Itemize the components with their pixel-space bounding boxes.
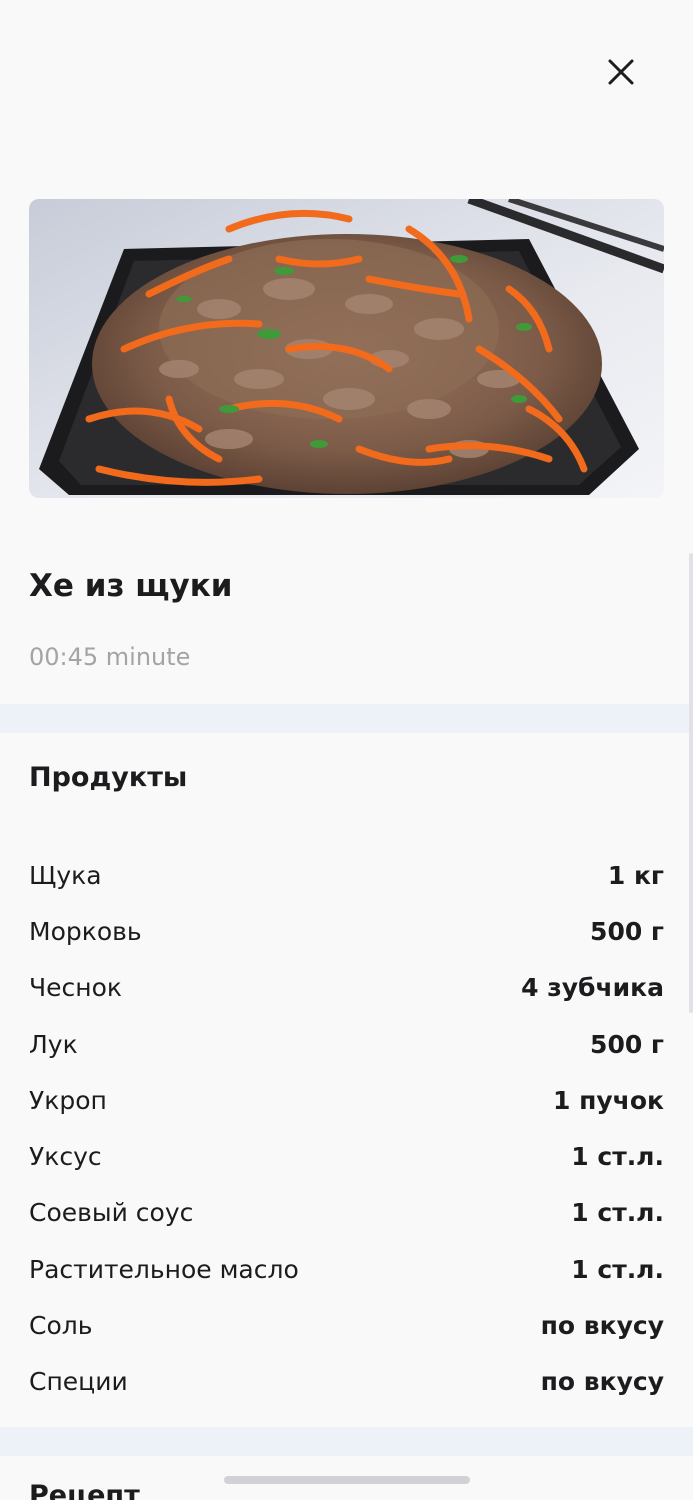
ingredient-row: Щука 1 кг [29, 847, 664, 903]
ingredient-name: Щука [29, 860, 102, 890]
recipe-photo [29, 199, 664, 498]
ingredient-row: Лук 500 г [29, 1016, 664, 1072]
ingredient-row: Чеснок 4 зубчика [29, 960, 664, 1016]
close-icon [608, 59, 634, 85]
ingredient-quantity: 1 пучок [553, 1085, 664, 1115]
ingredient-name: Растительное масло [29, 1254, 299, 1284]
ingredient-quantity: 1 ст.л. [571, 1198, 664, 1228]
products-heading: Продукты [29, 762, 188, 793]
ingredient-row: Соевый соус 1 ст.л. [29, 1185, 664, 1241]
home-indicator[interactable] [224, 1476, 470, 1484]
ingredients-list: Щука 1 кг Морковь 500 г Чеснок 4 зубчика… [29, 847, 664, 1410]
ingredient-quantity: 1 кг [607, 860, 664, 890]
cooking-duration: 00:45 minute [29, 643, 191, 671]
ingredient-name: Укроп [29, 1085, 107, 1115]
ingredient-name: Чеснок [29, 973, 123, 1003]
ingredient-row: Уксус 1 ст.л. [29, 1128, 664, 1184]
ingredient-name: Соль [29, 1311, 93, 1341]
ingredient-name: Морковь [29, 916, 142, 946]
recipe-detail-screen: Хе из щуки 00:45 minute Продукты Щука 1 … [0, 0, 693, 1500]
scrollbar[interactable] [689, 553, 693, 1013]
close-button[interactable] [601, 52, 641, 92]
ingredient-name: Специи [29, 1367, 128, 1397]
ingredient-row: Морковь 500 г [29, 903, 664, 959]
ingredient-name: Уксус [29, 1142, 102, 1172]
ingredient-name: Соевый соус [29, 1198, 194, 1228]
ingredient-quantity: 1 ст.л. [571, 1142, 664, 1172]
ingredient-quantity: по вкусу [540, 1367, 664, 1397]
section-divider [0, 1427, 693, 1456]
ingredient-row: Растительное масло 1 ст.л. [29, 1241, 664, 1297]
ingredient-quantity: 500 г [590, 1029, 664, 1059]
ingredient-quantity: 1 ст.л. [571, 1254, 664, 1284]
ingredient-row: Соль по вкусу [29, 1297, 664, 1353]
ingredient-quantity: по вкусу [540, 1311, 664, 1341]
section-divider [0, 704, 693, 733]
ingredient-quantity: 4 зубчика [521, 973, 664, 1003]
ingredient-quantity: 500 г [590, 916, 664, 946]
ingredient-name: Лук [29, 1029, 78, 1059]
recipe-title: Хе из щуки [29, 568, 233, 604]
ingredient-row: Специи по вкусу [29, 1354, 664, 1410]
recipe-steps-heading: Рецепт [29, 1480, 140, 1500]
ingredient-row: Укроп 1 пучок [29, 1072, 664, 1128]
